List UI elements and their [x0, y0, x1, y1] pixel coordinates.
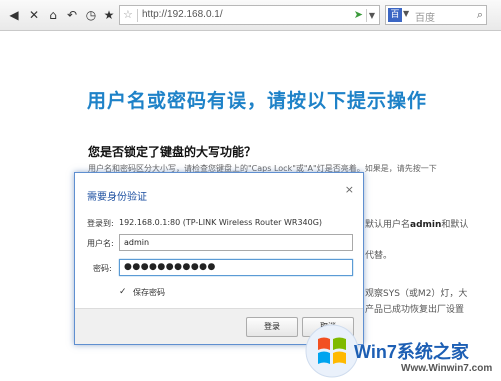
error-title: 用户名或密码有误，请按以下提示操作 — [87, 90, 428, 112]
login-to-label: 登录到: — [87, 219, 114, 228]
search-engine-icon[interactable]: 百 — [388, 8, 402, 22]
history-icon[interactable]: ◷ — [84, 7, 98, 23]
home-icon[interactable]: ⌂ — [46, 7, 60, 23]
go-arrow-icon[interactable]: ➤ — [354, 8, 363, 21]
address-bar[interactable]: ☆ http://192.168.0.1/ ➤ ▼ — [119, 5, 380, 25]
watermark-url: Www.Winwin7.com — [401, 363, 493, 374]
close-icon[interactable]: × — [345, 183, 354, 196]
favorite-star-icon[interactable]: ☆ — [123, 8, 133, 21]
login-to-value: 192.168.0.1:80 (TP-LINK Wireless Router … — [119, 218, 323, 227]
remember-password-checkbox[interactable]: ✓ — [119, 287, 129, 297]
background-text-line2: 代替。 — [365, 251, 393, 261]
bg-text-post: 和默认 — [441, 220, 469, 230]
windows-logo-icon — [305, 324, 359, 378]
bookmark-star-icon[interactable]: ★ — [102, 7, 116, 23]
watermark: Win7系统之家 Www.Winwin7.com — [302, 317, 501, 381]
remember-password-label: 保存密码 — [133, 288, 165, 297]
background-text-line1: 默认用户名admin和默认 — [365, 217, 468, 230]
password-label: 密码: — [93, 264, 112, 273]
background-text-line4: 产品已成功恢复出厂设置 — [365, 305, 465, 315]
browser-toolbar: ◀ ✕ ⌂ ↶ ◷ ★ ☆ http://192.168.0.1/ ➤ ▼ 百 … — [0, 0, 501, 31]
undo-icon[interactable]: ↶ — [65, 7, 79, 23]
search-input[interactable]: 百度 — [415, 9, 435, 24]
login-button[interactable]: 登录 — [246, 317, 298, 337]
back-icon[interactable]: ◀ — [7, 7, 21, 23]
search-icon[interactable]: ⌕ — [477, 8, 483, 22]
bg-text-bold: admin — [410, 220, 442, 230]
username-label: 用户名: — [87, 239, 114, 248]
search-box[interactable]: 百 ▼ 百度 ⌕ — [385, 5, 487, 25]
chevron-down-icon[interactable]: ▼ — [366, 9, 377, 22]
password-field[interactable]: ●●●●●●●●●●● — [119, 259, 353, 276]
caps-lock-question: 您是否锁定了键盘的大写功能？ — [88, 145, 257, 159]
background-text-line3: 观察SYS（或M2）灯，大 — [365, 289, 468, 299]
bg-text-pre: 默认用户名 — [365, 220, 411, 230]
engine-chevron-down-icon[interactable]: ▼ — [403, 9, 409, 18]
address-separator — [137, 9, 138, 22]
address-url[interactable]: http://192.168.0.1/ — [142, 9, 223, 20]
watermark-brand: Win7系统之家 — [354, 342, 469, 362]
dialog-title: 需要身份验证 — [87, 192, 147, 203]
username-field[interactable]: admin — [119, 234, 353, 251]
stop-icon[interactable]: ✕ — [27, 7, 41, 23]
